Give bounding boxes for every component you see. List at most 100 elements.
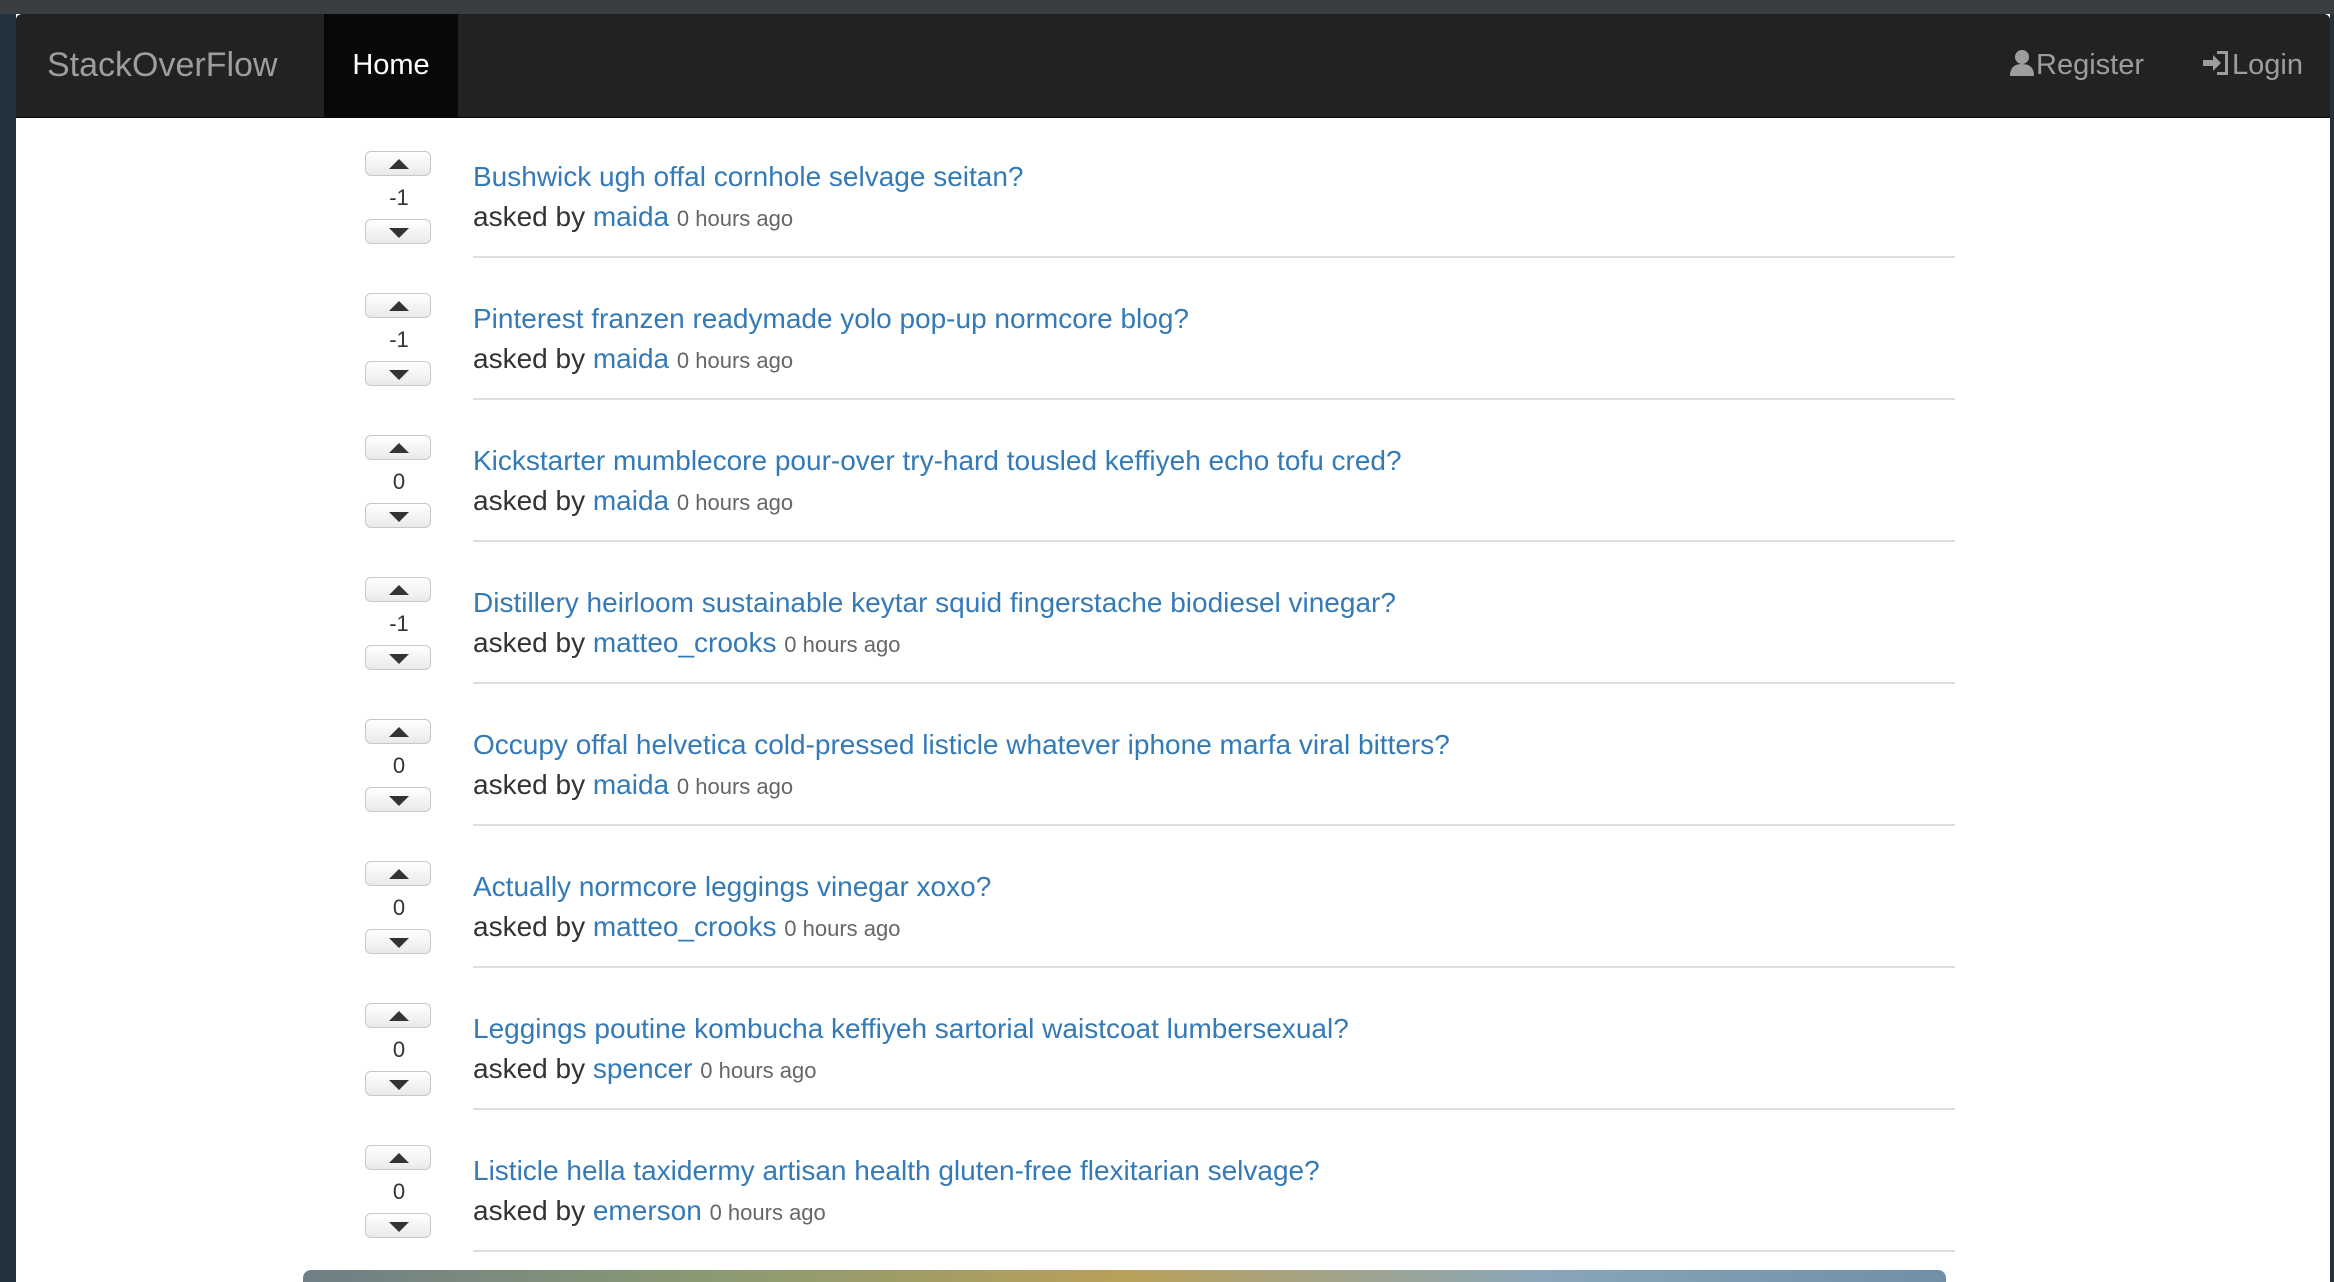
asked-by-label: asked by — [473, 1195, 586, 1226]
vote-count: 0 — [392, 469, 406, 494]
divider — [473, 540, 1955, 542]
question-row: 0 Listicle hella taxidermy artisan healt… — [16, 1111, 2330, 1253]
upvote-button[interactable] — [365, 719, 431, 744]
asked-time: 0 hours ago — [676, 774, 794, 799]
upvote-button[interactable] — [365, 435, 431, 460]
author-link[interactable]: maida — [593, 343, 669, 374]
upvote-button[interactable] — [365, 293, 431, 318]
register-link[interactable]: Register — [2009, 14, 2144, 117]
question-body: Kickstarter mumblecore pour-over try-har… — [473, 401, 1955, 543]
upvote-button[interactable] — [365, 1003, 431, 1028]
register-label: Register — [2036, 49, 2144, 81]
triangle-up-icon — [389, 159, 409, 169]
author-link[interactable]: spencer — [593, 1053, 693, 1084]
log-in-icon — [2203, 51, 2228, 75]
question-body: Occupy offal helvetica cold-pressed list… — [473, 685, 1955, 827]
triangle-up-icon — [389, 869, 409, 879]
question-meta: asked by maida 0 hours ago — [473, 769, 793, 801]
author-link[interactable]: emerson — [593, 1195, 702, 1226]
downvote-button[interactable] — [365, 1071, 431, 1096]
question-row: 0 Kickstarter mumblecore pour-over try-h… — [16, 401, 2330, 543]
question-row: -1 Bushwick ugh offal cornhole selvage s… — [16, 117, 2330, 259]
triangle-down-icon — [389, 938, 409, 948]
asked-time: 0 hours ago — [784, 632, 901, 657]
triangle-down-icon — [389, 228, 409, 238]
triangle-down-icon — [389, 512, 409, 522]
asked-by-label: asked by — [473, 201, 586, 232]
desktop-top-bar — [0, 0, 2334, 14]
upvote-button[interactable] — [365, 577, 431, 602]
asked-time: 0 hours ago — [676, 490, 794, 515]
downvote-button[interactable] — [365, 645, 431, 670]
question-title-link[interactable]: Bushwick ugh offal cornhole selvage seit… — [473, 161, 1024, 193]
vote-count: 0 — [392, 895, 406, 920]
question-title-link[interactable]: Distillery heirloom sustainable keytar s… — [473, 587, 1396, 619]
asked-by-label: asked by — [473, 911, 586, 942]
question-meta: asked by maida 0 hours ago — [473, 201, 793, 233]
divider — [473, 824, 1955, 826]
user-icon — [2010, 50, 2034, 76]
question-row: 0 Occupy offal helvetica cold-pressed li… — [16, 685, 2330, 827]
author-link[interactable]: matteo_crooks — [593, 627, 777, 658]
question-title-link[interactable]: Leggings poutine kombucha keffiyeh sarto… — [473, 1013, 1349, 1045]
desktop-background-right — [2330, 14, 2334, 1282]
downvote-button[interactable] — [365, 219, 431, 244]
question-body: Distillery heirloom sustainable keytar s… — [473, 543, 1955, 685]
question-title-link[interactable]: Kickstarter mumblecore pour-over try-har… — [473, 445, 1402, 477]
downvote-button[interactable] — [365, 361, 431, 386]
vote-count: -1 — [389, 185, 409, 210]
upvote-button[interactable] — [365, 151, 431, 176]
asked-time: 0 hours ago — [676, 348, 794, 373]
asked-time: 0 hours ago — [784, 916, 901, 941]
downvote-button[interactable] — [365, 1213, 431, 1238]
triangle-down-icon — [389, 654, 409, 664]
upvote-button[interactable] — [365, 861, 431, 886]
vote-count: 0 — [392, 753, 406, 778]
asked-by-label: asked by — [473, 769, 586, 800]
question-title-link[interactable]: Pinterest franzen readymade yolo pop-up … — [473, 303, 1189, 335]
downvote-button[interactable] — [365, 787, 431, 812]
question-body: Pinterest franzen readymade yolo pop-up … — [473, 259, 1955, 401]
divider — [473, 1250, 1955, 1252]
divider — [473, 256, 1955, 258]
vote-count: 0 — [392, 1037, 406, 1062]
divider — [473, 398, 1955, 400]
login-link[interactable]: Login — [2201, 14, 2303, 117]
browser-page: StackOverFlow Home Register Login -1 Bus… — [16, 14, 2330, 1282]
author-link[interactable]: maida — [593, 485, 669, 516]
asked-by-label: asked by — [473, 485, 586, 516]
login-label: Login — [2232, 49, 2303, 81]
author-link[interactable]: matteo_crooks — [593, 911, 777, 942]
author-link[interactable]: maida — [593, 201, 669, 232]
triangle-up-icon — [389, 1011, 409, 1021]
brand-link[interactable]: StackOverFlow — [47, 14, 278, 117]
asked-time: 0 hours ago — [676, 206, 794, 231]
triangle-down-icon — [389, 1222, 409, 1232]
question-title-link[interactable]: Actually normcore leggings vinegar xoxo? — [473, 871, 991, 903]
os-dock — [303, 1270, 1946, 1282]
asked-by-label: asked by — [473, 1053, 586, 1084]
downvote-button[interactable] — [365, 929, 431, 954]
author-link[interactable]: maida — [593, 769, 669, 800]
question-meta: asked by maida 0 hours ago — [473, 343, 793, 375]
question-title-link[interactable]: Listicle hella taxidermy artisan health … — [473, 1155, 1320, 1187]
triangle-up-icon — [389, 727, 409, 737]
divider — [473, 682, 1955, 684]
question-body: Listicle hella taxidermy artisan health … — [473, 1111, 1955, 1253]
question-meta: asked by emerson 0 hours ago — [473, 1195, 826, 1227]
downvote-button[interactable] — [365, 503, 431, 528]
asked-by-label: asked by — [473, 343, 586, 374]
asked-time: 0 hours ago — [700, 1058, 817, 1083]
triangle-down-icon — [389, 796, 409, 806]
question-row: 0 Leggings poutine kombucha keffiyeh sar… — [16, 969, 2330, 1111]
question-title-link[interactable]: Occupy offal helvetica cold-pressed list… — [473, 729, 1450, 761]
upvote-button[interactable] — [365, 1145, 431, 1170]
triangle-up-icon — [389, 1153, 409, 1163]
question-body: Bushwick ugh offal cornhole selvage seit… — [473, 117, 1955, 259]
asked-time: 0 hours ago — [709, 1200, 826, 1225]
nav-home-link[interactable]: Home — [324, 14, 458, 117]
divider — [473, 966, 1955, 968]
triangle-up-icon — [389, 585, 409, 595]
triangle-down-icon — [389, 370, 409, 380]
triangle-up-icon — [389, 301, 409, 311]
